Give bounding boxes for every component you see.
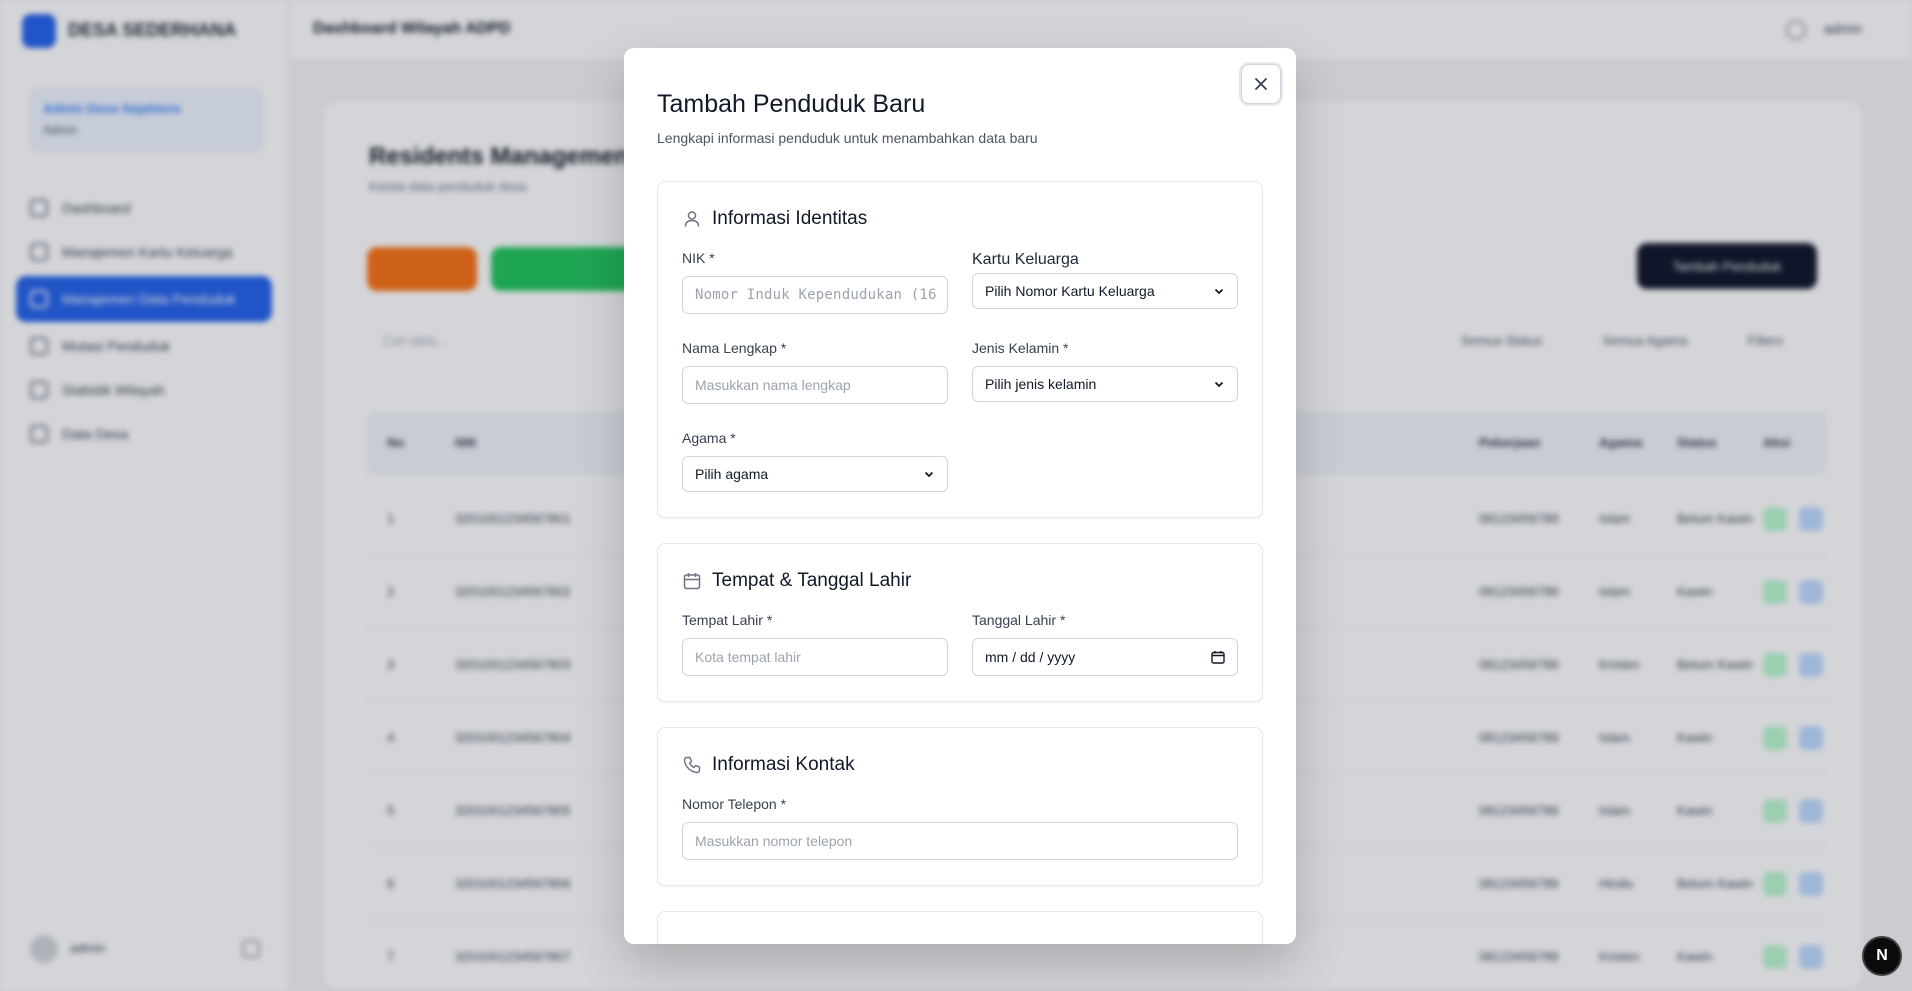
phone-field: Nomor Telepon * Masukkan nomor telepon [682, 796, 1238, 860]
religion-label: Agama * [682, 430, 736, 446]
birthplace-field: Tempat Lahir * Kota tempat lahir [682, 612, 948, 676]
section-title: Tempat & Tanggal Lahir [682, 570, 911, 592]
add-resident-dialog: Tambah Penduduk Baru Lengkapi informasi … [624, 48, 1296, 944]
gender-field: Jenis Kelamin * Pilih jenis kelamin [972, 340, 1238, 402]
identity-section: Informasi Identitas NIK * Nomor Induk Ke… [657, 181, 1263, 518]
modal-title: Tambah Penduduk Baru [657, 90, 926, 118]
kk-field: Kartu Keluarga Pilih Nomor Kartu Keluarg… [972, 251, 1238, 309]
birthdate-value: mm / dd / yyyy [985, 649, 1076, 665]
nik-label: NIK * [682, 250, 715, 266]
section-title: Informasi Kontak [682, 754, 855, 776]
religion-field: Agama * Pilih agama [682, 430, 948, 492]
kk-label: Kartu Keluarga [972, 251, 1079, 268]
birthplace-input[interactable]: Kota tempat lahir [682, 638, 948, 676]
nik-field: NIK * Nomor Induk Kependudukan (16 [682, 250, 948, 314]
gender-select-value: Pilih jenis kelamin [985, 376, 1097, 392]
phone-input[interactable]: Masukkan nomor telepon [682, 822, 1238, 860]
chevron-down-icon [1214, 288, 1224, 295]
chevron-down-icon [1214, 381, 1224, 388]
name-input[interactable]: Masukkan nama lengkap [682, 366, 948, 404]
gender-select[interactable]: Pilih jenis kelamin [972, 366, 1238, 402]
name-label: Nama Lengkap * [682, 340, 787, 356]
close-icon [1255, 78, 1267, 90]
birth-section: Tempat & Tanggal Lahir Tempat Lahir * Ko… [657, 543, 1263, 702]
modal-description: Lengkapi informasi penduduk untuk menamb… [657, 130, 1038, 146]
section-title: Informasi Identitas [682, 208, 867, 230]
kk-select[interactable]: Pilih Nomor Kartu Keluarga [972, 273, 1238, 309]
next-badge[interactable]: N [1862, 936, 1902, 976]
birthdate-input[interactable]: mm / dd / yyyy [972, 638, 1238, 676]
section-title-text: Informasi Kontak [712, 754, 855, 775]
nik-input[interactable]: Nomor Induk Kependudukan (16 [682, 276, 948, 314]
user-icon [684, 211, 700, 227]
section-title-text: Tempat & Tanggal Lahir [712, 570, 912, 591]
section-title-text: Informasi Identitas [712, 208, 868, 229]
chevron-down-icon [924, 471, 934, 478]
religion-select[interactable]: Pilih agama [682, 456, 948, 492]
calendar-icon [683, 573, 701, 590]
next-section [657, 911, 1263, 944]
phone-label: Nomor Telepon * [682, 796, 787, 812]
contact-section: Informasi Kontak Nomor Telepon * Masukka… [657, 727, 1263, 886]
kk-select-value: Pilih Nomor Kartu Keluarga [985, 283, 1155, 299]
birthplace-label: Tempat Lahir * [682, 612, 773, 628]
religion-select-value: Pilih agama [695, 466, 769, 482]
phone-icon [683, 756, 701, 774]
birthdate-label: Tanggal Lahir * [972, 612, 1066, 628]
birthdate-field: Tanggal Lahir * mm / dd / yyyy [972, 612, 1238, 676]
gender-label: Jenis Kelamin * [972, 340, 1069, 356]
calendar-picker-icon[interactable] [1211, 650, 1225, 664]
close-button[interactable] [1241, 64, 1281, 104]
name-field: Nama Lengkap * Masukkan nama lengkap [682, 340, 948, 404]
